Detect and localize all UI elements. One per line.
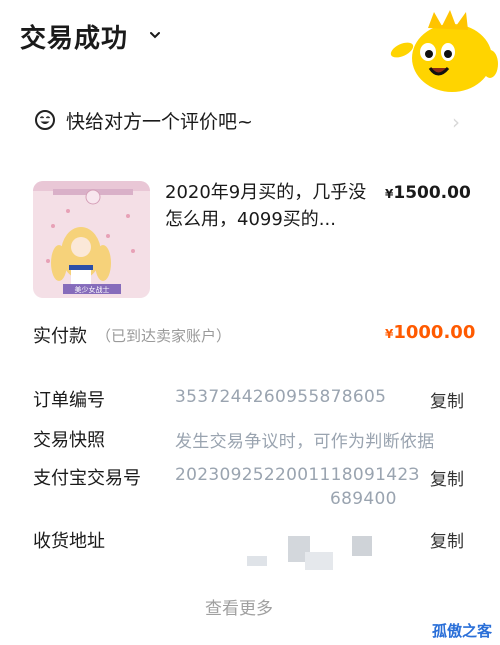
copy-order-button[interactable]: 复制 (430, 387, 464, 412)
product-title[interactable]: 2020年9月买的，几乎没怎么用，4099买的... (165, 179, 370, 233)
review-prompt-row[interactable]: 快给对方一个评价吧~ (34, 105, 253, 135)
mascot-icon (390, 10, 498, 92)
product-thumbnail[interactable]: 美少女战士 (33, 181, 150, 298)
address-redacted (245, 530, 395, 575)
chevron-right-icon[interactable]: › (452, 110, 460, 134)
view-more-button[interactable]: 查看更多 (205, 594, 273, 619)
order-number-label: 订单编号 (33, 390, 105, 411)
snapshot-label: 交易快照 (33, 430, 105, 451)
chevron-down-icon[interactable] (150, 30, 160, 40)
alipay-number-value-line2: 689400 (330, 489, 397, 509)
product-image: 美少女战士 (33, 181, 150, 298)
review-prompt-text: 快给对方一个评价吧~ (66, 110, 253, 133)
paid-subtext: （已到达卖家账户） (96, 327, 232, 345)
product-price-value: 1500.00 (393, 183, 471, 203)
product-price: ¥1500.00 (385, 183, 471, 203)
alipay-number-label: 支付宝交易号 (33, 468, 141, 489)
watermark-text: 孤傲之客 (432, 622, 493, 640)
copy-address-button[interactable]: 复制 (430, 527, 464, 552)
snapshot-link[interactable]: 发生交易争议时，可作为判断依据 (175, 427, 435, 452)
paid-label: 实付款 (33, 326, 87, 347)
paid-amount-value: 1000.00 (393, 322, 476, 343)
order-number-value: 3537244260955878605 (175, 387, 387, 407)
paid-amount: ¥1000.00 (385, 322, 475, 343)
page-title[interactable]: 交易成功 (20, 18, 128, 55)
smile-icon (35, 110, 55, 130)
copy-alipay-button[interactable]: 复制 (430, 465, 464, 490)
address-label: 收货地址 (33, 531, 105, 552)
alipay-number-value-line1: 202309252200111809142З (175, 465, 420, 485)
product-thumbnail-caption: 美少女战士 (75, 285, 110, 294)
